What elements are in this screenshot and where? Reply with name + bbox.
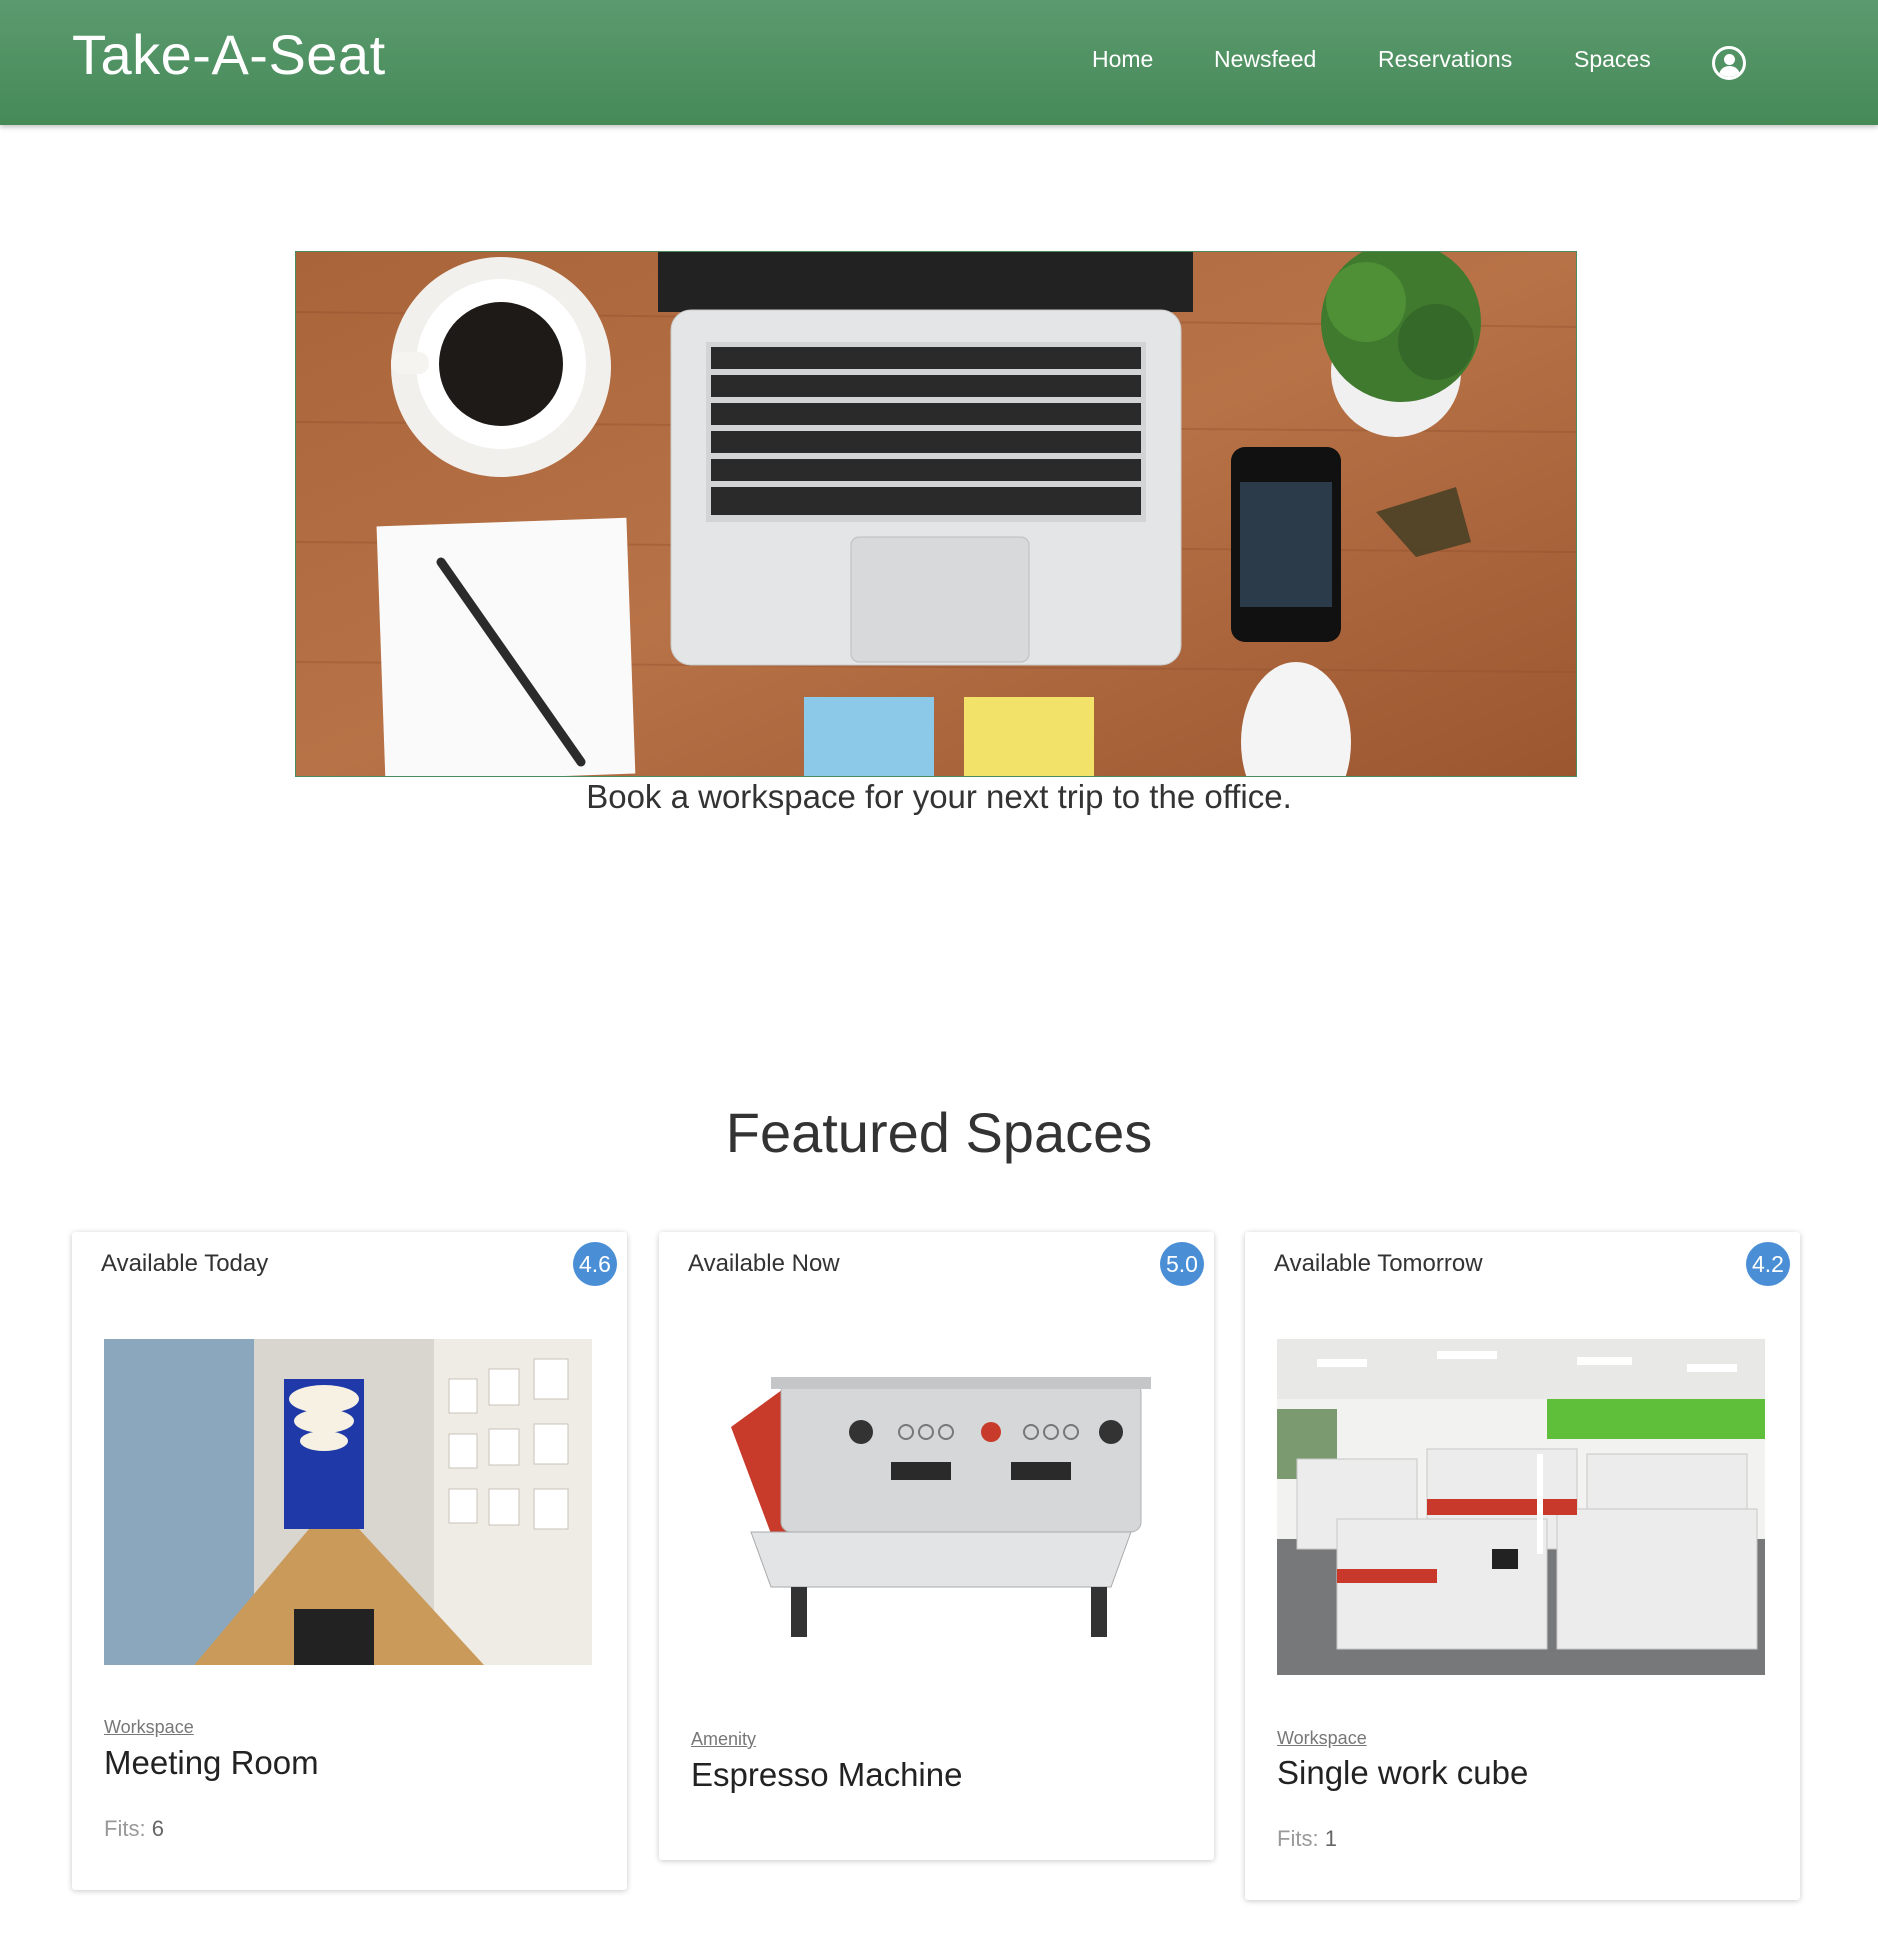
capacity-label: Fits: — [1277, 1826, 1319, 1851]
availability-label: Available Today — [101, 1250, 269, 1277]
capacity-value: 6 — [151, 1816, 164, 1841]
nav-spaces-link[interactable]: Spaces — [1574, 46, 1651, 73]
nav-reservations-link[interactable]: Reservations — [1378, 46, 1512, 73]
capacity-value: 1 — [1324, 1826, 1337, 1851]
rating-badge: 4.2 — [1746, 1242, 1790, 1286]
rating-badge: 4.6 — [573, 1242, 617, 1286]
space-name[interactable]: Meeting Room — [104, 1744, 319, 1782]
space-name[interactable]: Single work cube — [1277, 1754, 1528, 1792]
espresso-machine-image — [691, 1337, 1179, 1667]
hero-image — [295, 251, 1577, 777]
space-card[interactable]: Available Tomorrow 4.2 Workspace Single … — [1245, 1232, 1800, 1900]
user-circle-icon[interactable] — [1712, 46, 1746, 80]
brand-logo[interactable]: Take-A-Seat — [72, 22, 386, 87]
capacity-text: Fits: 6 — [104, 1816, 164, 1842]
rating-badge: 5.0 — [1160, 1242, 1204, 1286]
availability-label: Available Tomorrow — [1274, 1250, 1483, 1277]
user-body-shape — [1719, 66, 1740, 77]
capacity-label: Fits: — [104, 1816, 146, 1841]
user-head-shape — [1724, 54, 1735, 65]
space-card[interactable]: Available Now 5.0 Amenity Espresso Machi… — [659, 1232, 1214, 1860]
space-card[interactable]: Available Today 4.6 Workspace Meeting Ro… — [72, 1232, 627, 1890]
featured-title: Featured Spaces — [725, 1101, 1153, 1164]
category-link[interactable]: Workspace — [104, 1717, 194, 1738]
space-name[interactable]: Espresso Machine — [691, 1756, 962, 1794]
category-link[interactable]: Workspace — [1277, 1728, 1367, 1749]
category-link[interactable]: Amenity — [691, 1729, 756, 1750]
nav-home-link[interactable]: Home — [1092, 46, 1153, 73]
navbar: Take-A-Seat Home Newsfeed Reservations S… — [0, 0, 1878, 125]
nav-newsfeed-link[interactable]: Newsfeed — [1214, 46, 1316, 73]
meeting-room-image — [104, 1339, 592, 1665]
hero-tagline: Book a workspace for your next trip to t… — [586, 778, 1292, 815]
capacity-text: Fits: 1 — [1277, 1826, 1337, 1852]
office-cubicles-image — [1277, 1339, 1765, 1675]
availability-label: Available Now — [688, 1250, 840, 1277]
